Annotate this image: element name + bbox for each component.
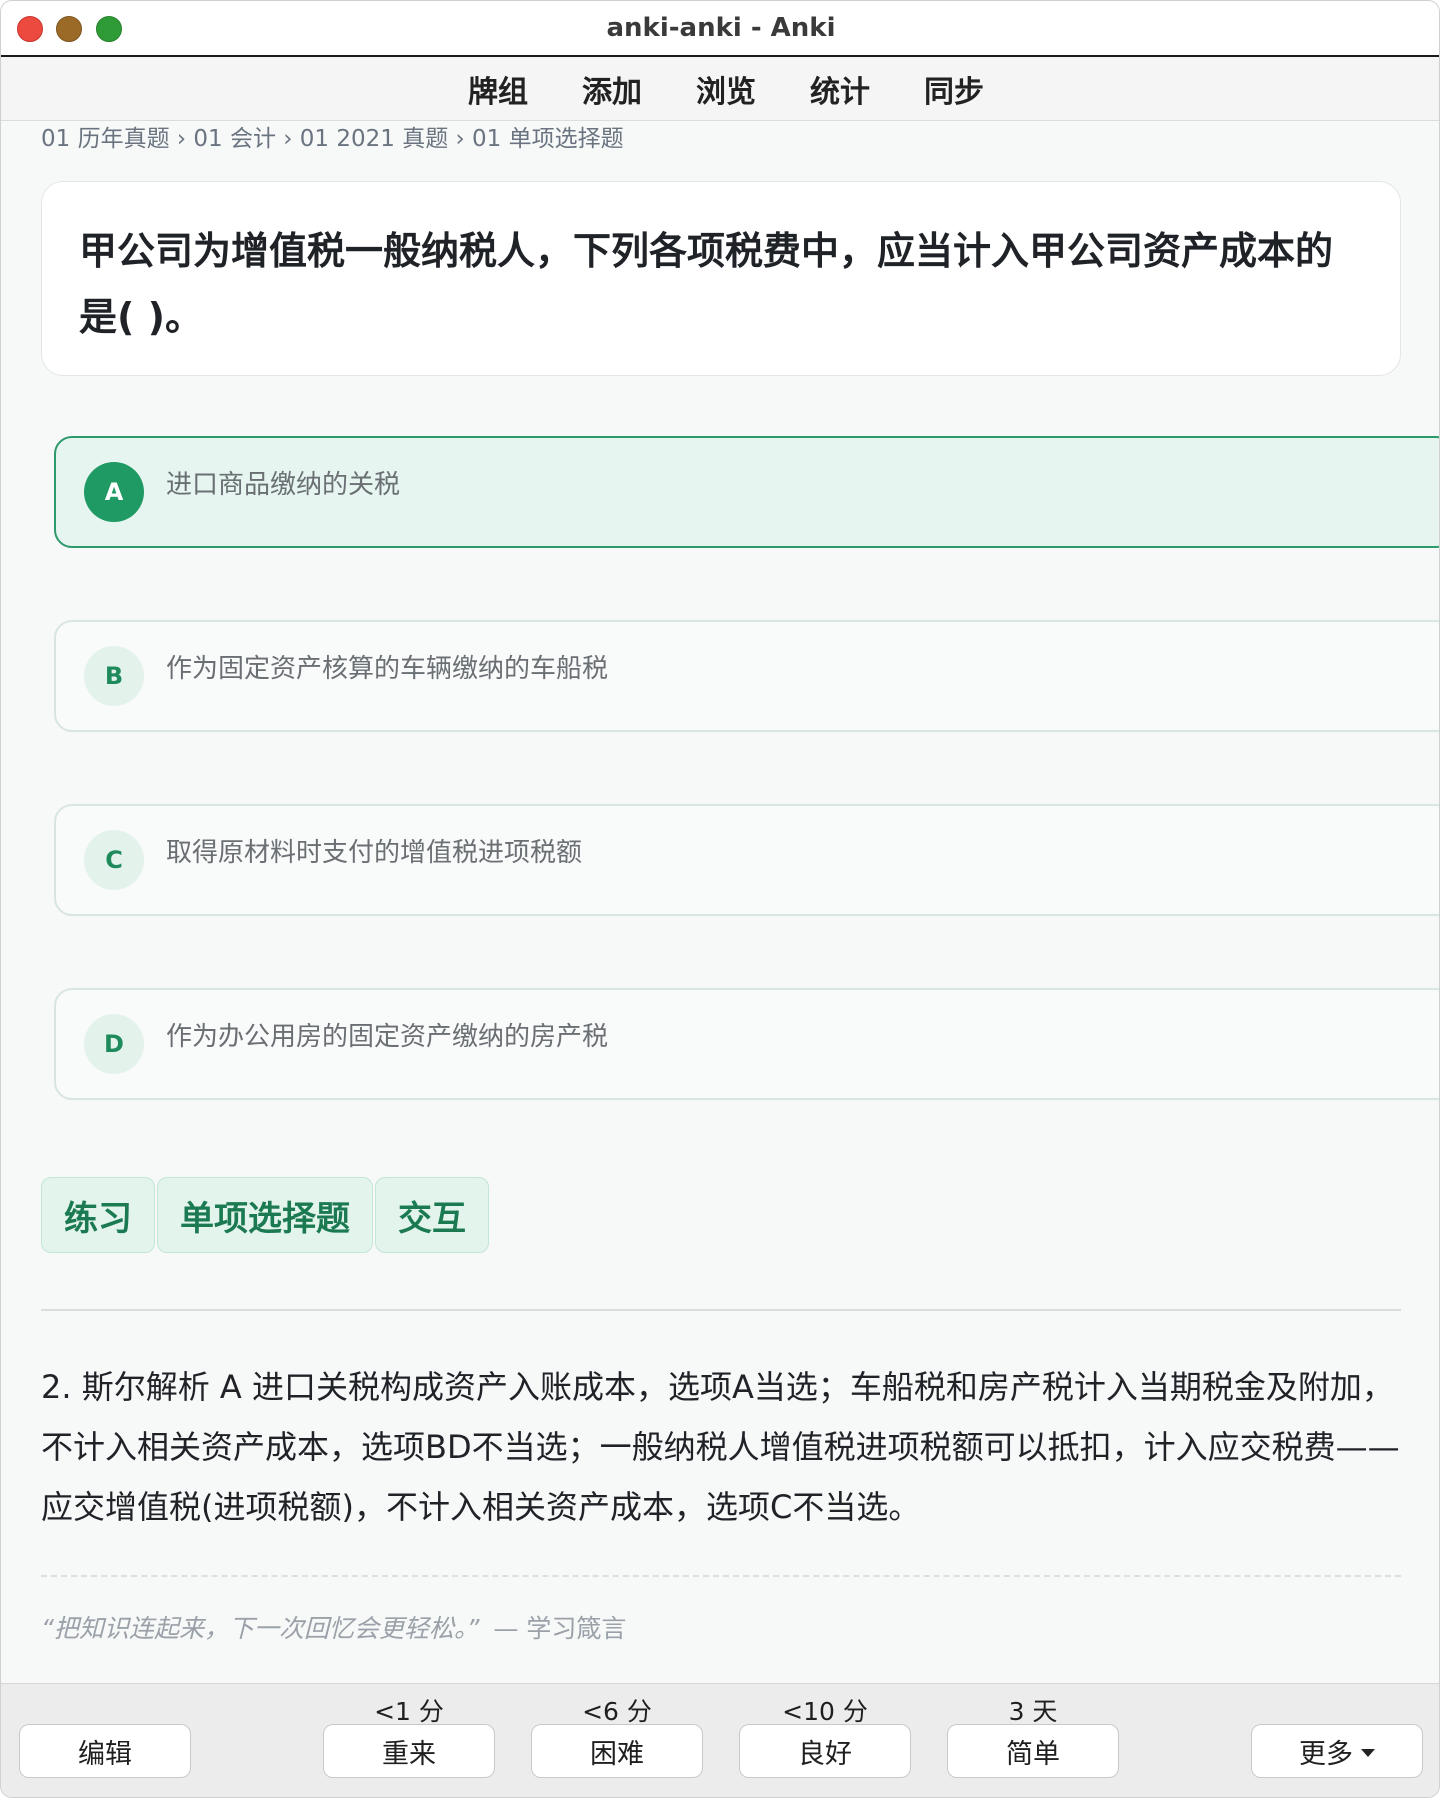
toolbar-add[interactable]: 添加	[582, 67, 642, 111]
interval-good: <10 分	[782, 1697, 868, 1726]
option-letter-badge: B	[84, 646, 144, 706]
more-button[interactable]: 更多	[1251, 1724, 1423, 1778]
good-button[interactable]: 良好	[739, 1724, 911, 1778]
interval-again: <1 分	[374, 1697, 444, 1726]
option-letter-badge: D	[84, 1014, 144, 1074]
deck-breadcrumb: 01 历年真题 › 01 会计 › 01 2021 真题 › 01 单项选择题	[41, 126, 624, 152]
option-text: 进口商品缴纳的关税	[166, 470, 401, 500]
answer-explanation: 2. 斯尔解析 A 进口关税构成资产入账成本，选项A当选；车船税和房产税计入当期…	[41, 1368, 1400, 1526]
motto-quote: “把知识连起来，下一次回忆会更轻松。” — 学习箴言	[41, 1609, 626, 1645]
main-toolbar: 牌组 添加 浏览 统计 同步	[1, 57, 1439, 121]
review-bottom-bar: 编辑 <1 分 重来 <6 分 困难 <10 分 良好 3 天 简单 更多	[1, 1683, 1439, 1797]
edit-button[interactable]: 编辑	[19, 1724, 191, 1778]
quote-text: “把知识连起来，下一次回忆会更轻松。”	[41, 1614, 480, 1643]
toolbar-sync[interactable]: 同步	[924, 67, 984, 111]
again-button[interactable]: 重来	[323, 1724, 495, 1778]
tag-single-choice[interactable]: 单项选择题	[157, 1177, 373, 1253]
option-letter-badge: C	[84, 830, 144, 890]
question-text: 甲公司为增值税一般纳税人，下列各项税费中，应当计入甲公司资产成本的是( )。	[79, 229, 1334, 339]
more-label: 更多	[1299, 1738, 1353, 1770]
option-letter-badge: A	[84, 462, 144, 522]
option-text: 作为固定资产核算的车辆缴纳的车船税	[166, 654, 609, 684]
anki-window: anki-anki - Anki 牌组 添加 浏览 统计 同步 01 历年真题 …	[0, 0, 1440, 1798]
interval-easy: 3 天	[1008, 1697, 1058, 1726]
option-b[interactable]: B 作为固定资产核算的车辆缴纳的车船税	[54, 620, 1439, 732]
easy-button[interactable]: 简单	[947, 1724, 1119, 1778]
option-c[interactable]: C 取得原材料时支付的增值税进项税额	[54, 804, 1439, 916]
card-tags: 练习 单项选择题 交互	[41, 1177, 489, 1253]
option-a[interactable]: A 进口商品缴纳的关税	[54, 436, 1439, 548]
quote-divider	[41, 1575, 1401, 1577]
toolbar-browse[interactable]: 浏览	[696, 67, 756, 111]
option-text: 作为办公用房的固定资产缴纳的房产税	[166, 1022, 609, 1052]
question-card: 甲公司为增值税一般纳税人，下列各项税费中，应当计入甲公司资产成本的是( )。	[41, 181, 1401, 376]
toolbar-stats[interactable]: 统计	[810, 67, 870, 111]
chevron-down-icon	[1361, 1749, 1375, 1757]
tag-interactive[interactable]: 交互	[375, 1177, 489, 1253]
option-d[interactable]: D 作为办公用房的固定资产缴纳的房产税	[54, 988, 1439, 1100]
hard-button[interactable]: 困难	[531, 1724, 703, 1778]
interval-hard: <6 分	[582, 1697, 652, 1726]
quote-source: — 学习箴言	[493, 1614, 627, 1643]
toolbar-decks[interactable]: 牌组	[468, 67, 528, 111]
title-bar: anki-anki - Anki	[1, 1, 1439, 57]
window-title: anki-anki - Anki	[606, 13, 836, 43]
tag-practice[interactable]: 练习	[41, 1177, 155, 1253]
section-divider	[41, 1309, 1401, 1311]
option-text: 取得原材料时支付的增值税进项税额	[166, 838, 583, 868]
